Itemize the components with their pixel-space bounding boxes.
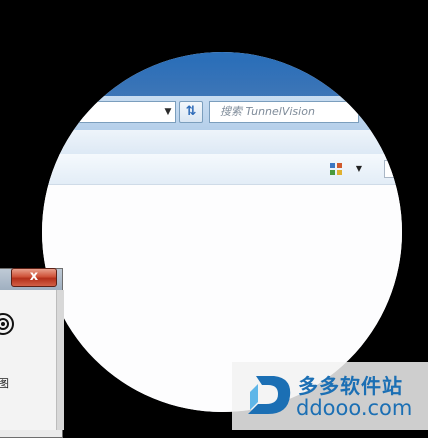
watermark-url: ddooo.com bbox=[296, 396, 413, 420]
magnifier-lens: ▼ ⇅ 搜索 TunnelVision ▼ bbox=[42, 52, 402, 412]
dialog-scrollbar[interactable] bbox=[56, 290, 64, 430]
explorer-window: ▼ ⇅ 搜索 TunnelVision ▼ bbox=[42, 52, 402, 412]
view-mode-icon[interactable] bbox=[330, 163, 343, 176]
close-button[interactable]: x bbox=[11, 268, 57, 287]
address-input[interactable] bbox=[60, 101, 176, 123]
dialog-label-fragment: 图 bbox=[0, 377, 9, 390]
window-titlebar bbox=[42, 52, 402, 100]
preview-pane-button[interactable] bbox=[384, 160, 402, 178]
menu-bar bbox=[42, 130, 402, 155]
refresh-arrows-icon: ⇅ bbox=[185, 104, 197, 119]
radio-option-icon[interactable] bbox=[0, 312, 15, 336]
ddooo-logo-icon bbox=[248, 376, 291, 414]
search-input[interactable]: 搜索 TunnelVision bbox=[209, 101, 359, 123]
refresh-button[interactable]: ⇅ bbox=[179, 101, 203, 123]
watermark-name: 多多软件站 bbox=[298, 374, 403, 398]
close-icon: x bbox=[29, 269, 39, 284]
chevron-down-icon[interactable]: ▼ bbox=[161, 104, 175, 120]
view-options-dropdown[interactable]: ▼ bbox=[353, 162, 365, 176]
command-toolbar bbox=[42, 154, 402, 185]
dialog-body bbox=[0, 290, 56, 430]
